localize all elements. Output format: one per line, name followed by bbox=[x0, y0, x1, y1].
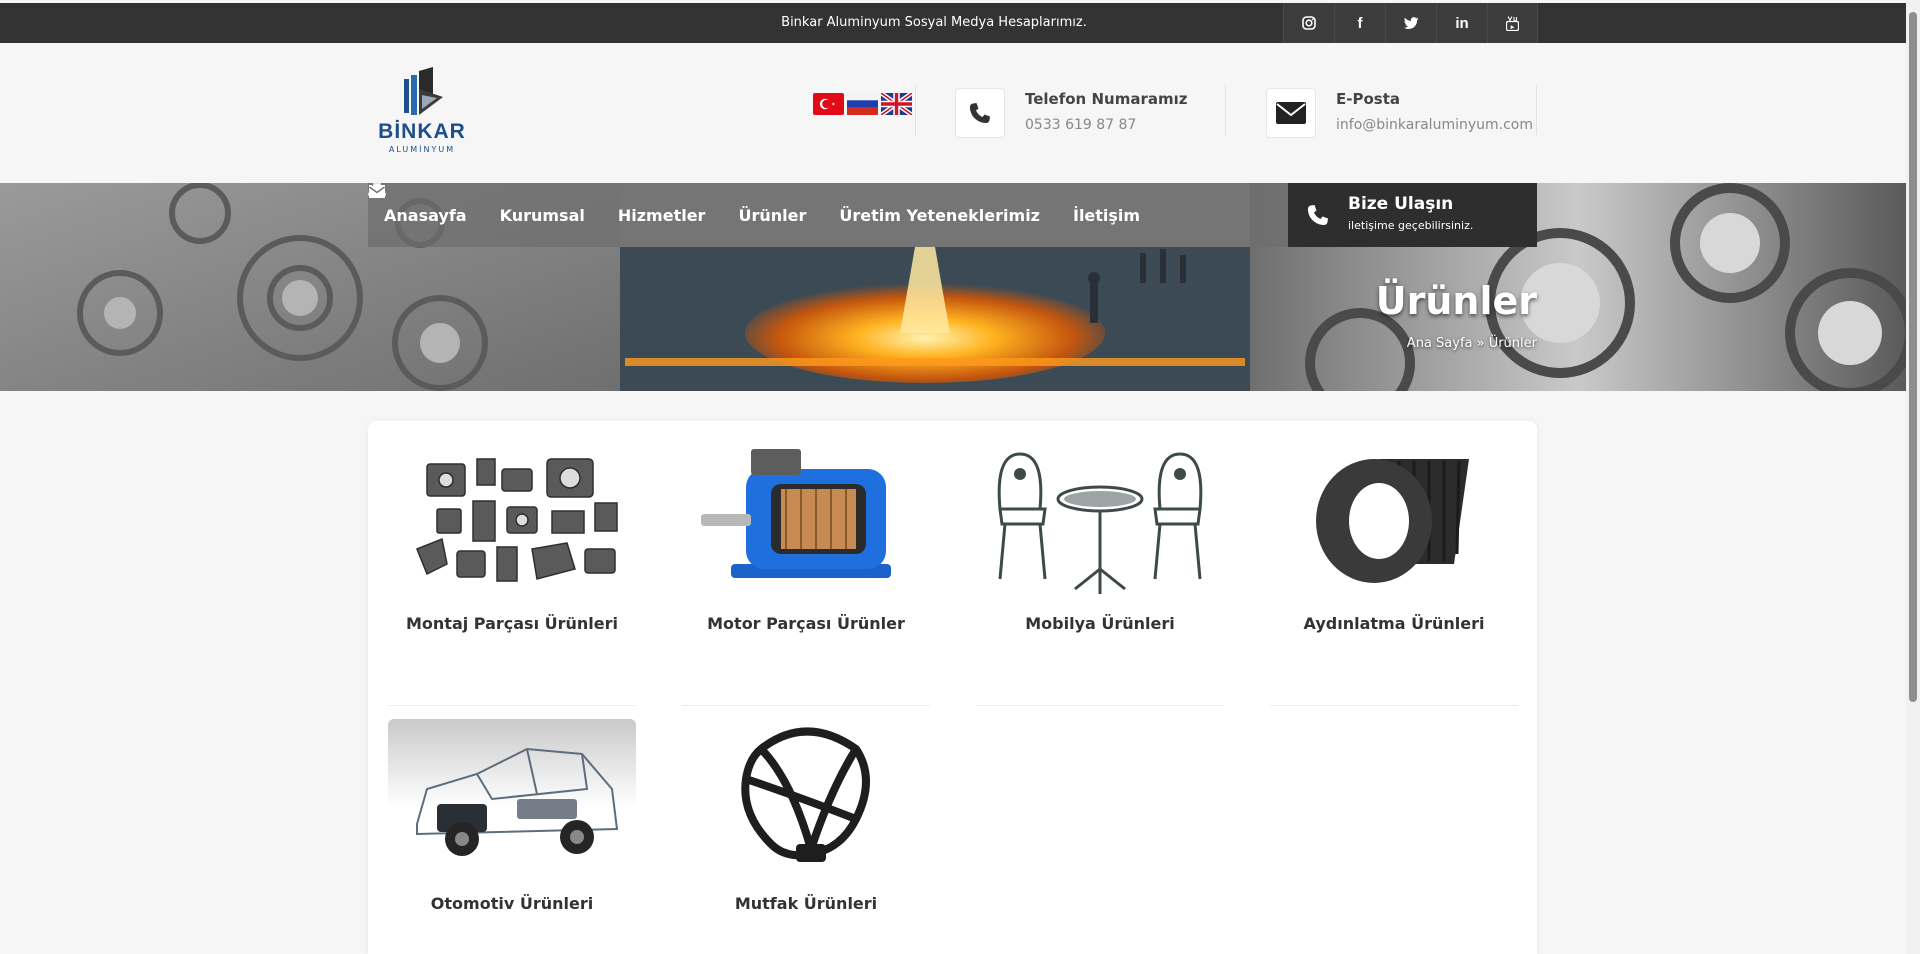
product-title[interactable]: Mutfak Ürünleri bbox=[682, 894, 930, 913]
lighting-heatsink-image[interactable] bbox=[1270, 439, 1518, 599]
montaj-parts-image[interactable] bbox=[388, 439, 636, 599]
garden-furniture-image[interactable] bbox=[976, 439, 1224, 599]
contact-cta[interactable]: Bize Ulaşın iletişime geçebilirsiniz. bbox=[1288, 183, 1537, 247]
breadcrumb[interactable]: Ana Sayfa » Ürünler bbox=[1407, 336, 1537, 351]
instagram-icon[interactable] bbox=[1283, 3, 1334, 43]
products-panel: Montaj Parçası Ürünleri Motor Parçası Ür… bbox=[368, 421, 1537, 954]
nav-label: Ürünler bbox=[738, 205, 807, 225]
product-title[interactable]: Otomotiv Ürünleri bbox=[388, 894, 636, 913]
card-divider bbox=[388, 705, 636, 706]
header-divider bbox=[1225, 85, 1226, 135]
email-address[interactable]: info@binkaraluminyum.com bbox=[1336, 117, 1533, 133]
email-title: E-Posta bbox=[1336, 90, 1400, 108]
product-title[interactable]: Mobilya Ürünleri bbox=[976, 614, 1224, 633]
electric-motor-image[interactable] bbox=[682, 439, 930, 599]
product-card[interactable]: Motor Parçası Ürünler bbox=[682, 439, 930, 706]
nav-item-anasayfa[interactable]: Anasayfa bbox=[369, 184, 467, 225]
cta-subtitle: iletişime geçebilirsiniz. bbox=[1348, 219, 1474, 232]
phone-number[interactable]: 0533 619 87 87 bbox=[1025, 117, 1136, 133]
nav-label: İletişim bbox=[1072, 205, 1141, 225]
twitter-icon[interactable] bbox=[1385, 3, 1436, 43]
linkedin-icon[interactable]: in bbox=[1436, 3, 1487, 43]
header-divider bbox=[1536, 85, 1537, 135]
ru-flag-icon[interactable] bbox=[847, 93, 878, 115]
scrollbar-thumb[interactable] bbox=[1909, 12, 1917, 702]
cta-title: Bize Ulaşın bbox=[1348, 194, 1454, 214]
header-divider bbox=[915, 85, 916, 135]
car-xray-image[interactable] bbox=[388, 719, 636, 879]
product-card[interactable]: Montaj Parçası Ürünleri bbox=[388, 439, 636, 706]
nav-label: Kurumsal bbox=[499, 205, 585, 225]
nav-item-urunler[interactable]: Ürünler bbox=[369, 187, 807, 225]
svg-text:▶: ▶ bbox=[1511, 24, 1515, 30]
nav-label: Anasayfa bbox=[384, 205, 467, 225]
page-hero: Anasayfa Kurumsal Hizmetler Ürünler Üret… bbox=[0, 183, 1906, 391]
social-links: f in ▶ bbox=[1283, 3, 1538, 43]
product-card[interactable]: Mobilya Ürünleri bbox=[976, 439, 1224, 706]
logo-subtitle: ALUMİNYUM bbox=[388, 145, 456, 154]
envelope-icon bbox=[1266, 88, 1316, 138]
card-divider bbox=[976, 705, 1224, 706]
phone-icon bbox=[955, 88, 1005, 138]
logo-mark-icon bbox=[404, 67, 443, 115]
product-card[interactable]: Mutfak Ürünleri bbox=[682, 719, 930, 913]
phone-title: Telefon Numaramız bbox=[1025, 90, 1188, 108]
nav-item-hizmetler[interactable]: Hizmetler bbox=[369, 185, 706, 225]
product-title[interactable]: Montaj Parçası Ürünleri bbox=[388, 614, 636, 633]
card-divider bbox=[682, 705, 930, 706]
phone-icon bbox=[1307, 205, 1328, 225]
nav-label: Üretim Yeteneklerimiz bbox=[839, 205, 1040, 225]
email-contact[interactable]: E-Posta info@binkaraluminyum.com bbox=[1266, 88, 1536, 138]
site-header: BİNKAR ALUMİNYUM Telefon Numaramız 0533 … bbox=[0, 43, 1906, 183]
kitchen-part-image[interactable] bbox=[682, 719, 930, 879]
language-selector bbox=[813, 93, 912, 115]
top-bar: Binkar Aluminyum Sosyal Medya Hesaplarım… bbox=[0, 3, 1906, 43]
nav-item-iletisim[interactable]: İletişim bbox=[369, 186, 1141, 225]
page-scrollbar[interactable] bbox=[1906, 0, 1920, 954]
youtube-icon[interactable]: ▶ bbox=[1487, 3, 1538, 43]
logo-word: BİNKAR bbox=[378, 120, 466, 143]
product-card[interactable]: Otomotiv Ürünleri bbox=[388, 719, 636, 913]
product-title[interactable]: Aydınlatma Ürünleri bbox=[1270, 614, 1518, 633]
envelope-icon bbox=[369, 186, 385, 197]
page-title: Ürünler bbox=[1375, 279, 1537, 323]
tr-flag-icon[interactable] bbox=[813, 93, 844, 115]
binkar-logo[interactable]: BİNKAR ALUMİNYUM bbox=[377, 65, 467, 165]
phone-contact[interactable]: Telefon Numaramız 0533 619 87 87 bbox=[955, 88, 1215, 138]
nav-label: Hizmetler bbox=[617, 205, 706, 225]
product-card[interactable]: Aydınlatma Ürünleri bbox=[1270, 439, 1518, 706]
product-title[interactable]: Motor Parçası Ürünler bbox=[682, 614, 930, 633]
facebook-icon[interactable]: f bbox=[1334, 3, 1385, 43]
nav-item-kurumsal[interactable]: Kurumsal bbox=[369, 183, 585, 225]
nav-item-uretim-yeteneklerimiz[interactable]: Üretim Yeteneklerimiz bbox=[368, 184, 1040, 225]
topbar-text: Binkar Aluminyum Sosyal Medya Hesaplarım… bbox=[781, 15, 1087, 30]
uk-flag-icon[interactable] bbox=[881, 93, 912, 115]
main-nav: Anasayfa Kurumsal Hizmetler Ürünler Üret… bbox=[368, 183, 1288, 247]
card-divider bbox=[1270, 705, 1518, 706]
